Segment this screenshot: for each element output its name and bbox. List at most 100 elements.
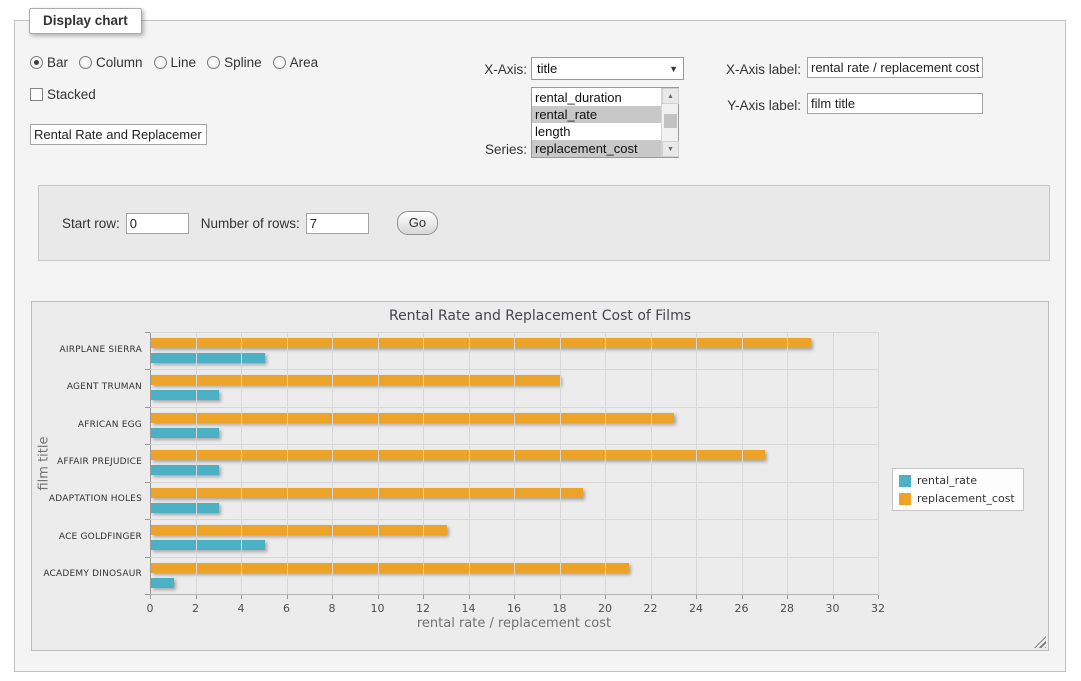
checkbox-icon[interactable] <box>30 88 43 101</box>
number-of-rows-input[interactable] <box>306 213 369 234</box>
scroll-down-icon[interactable]: ▼ <box>662 141 679 157</box>
chart-bar-rental_rate[interactable] <box>151 428 219 438</box>
series-option-length[interactable]: length <box>532 123 661 140</box>
stacked-checkbox[interactable]: Stacked <box>30 87 96 102</box>
y-axis-label-input[interactable] <box>807 93 983 114</box>
x-axis-line <box>150 594 878 595</box>
x-axis-tick-label: 14 <box>454 602 484 615</box>
x-axis-tick-label: 32 <box>863 602 893 615</box>
gridline <box>833 332 834 594</box>
gridline <box>378 332 379 594</box>
x-axis-tick-label: 30 <box>818 602 848 615</box>
y-axis-label-label: Y-Axis label: <box>715 98 801 113</box>
x-axis-tick <box>787 595 788 599</box>
chart-bar-replacement_cost[interactable] <box>151 338 811 348</box>
gridline <box>605 332 606 594</box>
gridline <box>469 332 470 594</box>
panel-title: Display chart <box>29 8 142 34</box>
x-axis-tick <box>332 595 333 599</box>
x-axis-tick-label: 2 <box>181 602 211 615</box>
gridline <box>287 332 288 594</box>
gridline <box>878 332 879 594</box>
gridline <box>742 332 743 594</box>
radio-icon[interactable] <box>154 56 167 69</box>
x-axis-tick <box>742 595 743 599</box>
x-axis-tick-label: 0 <box>135 602 165 615</box>
display-chart-panel: Display chart BarColumnLineSplineArea St… <box>14 20 1066 672</box>
gridline <box>241 332 242 594</box>
chart-bar-replacement_cost[interactable] <box>151 563 629 573</box>
legend-item-rental_rate[interactable]: rental_rate <box>899 474 1015 487</box>
x-axis-label-label: X-Axis label: <box>715 62 801 77</box>
chart-bar-rental_rate[interactable] <box>151 390 219 400</box>
stacked-label: Stacked <box>47 87 96 102</box>
radio-label: Bar <box>47 55 68 70</box>
chart-bar-replacement_cost[interactable] <box>151 413 674 423</box>
gridline <box>423 332 424 594</box>
chart-bar-replacement_cost[interactable] <box>151 450 765 460</box>
x-axis-tick <box>423 595 424 599</box>
resize-grip-icon[interactable] <box>1034 636 1046 648</box>
series-multiselect[interactable]: rental_durationrental_ratelengthreplacem… <box>531 87 679 158</box>
radio-label: Line <box>171 55 197 70</box>
x-axis-tick <box>833 595 834 599</box>
chart-bar-rental_rate[interactable] <box>151 540 265 550</box>
x-axis-tick <box>378 595 379 599</box>
x-axis-tick-label: 22 <box>636 602 666 615</box>
chart-type-option-area[interactable]: Area <box>273 55 319 70</box>
chart-type-option-spline[interactable]: Spline <box>207 55 262 70</box>
radio-icon[interactable] <box>207 56 220 69</box>
chart-legend: rental_rate replacement_cost <box>892 468 1024 511</box>
number-of-rows-label: Number of rows: <box>201 216 300 231</box>
series-options: rental_durationrental_ratelengthreplacem… <box>532 88 661 157</box>
radio-icon[interactable] <box>273 56 286 69</box>
series-scrollbar[interactable]: ▲ ▼ <box>661 88 678 157</box>
x-axis-tick-label: 26 <box>727 602 757 615</box>
radio-icon[interactable] <box>79 56 92 69</box>
chart-bar-rental_rate[interactable] <box>151 465 219 475</box>
x-axis-tick-label: 4 <box>226 602 256 615</box>
x-axis-tick <box>514 595 515 599</box>
chart-type-option-column[interactable]: Column <box>79 55 143 70</box>
y-axis-title: film title <box>37 333 52 595</box>
x-axis-selected-value: title <box>537 61 557 76</box>
gridline <box>514 332 515 594</box>
x-axis-tick-label: 18 <box>545 602 575 615</box>
scroll-up-icon[interactable]: ▲ <box>662 88 679 104</box>
chart-bar-rental_rate[interactable] <box>151 353 265 363</box>
x-axis-tick-label: 20 <box>590 602 620 615</box>
go-button[interactable]: Go <box>397 211 438 235</box>
x-axis-tick <box>696 595 697 599</box>
radio-label: Spline <box>224 55 262 70</box>
x-axis-tick-label: 6 <box>272 602 302 615</box>
chart-bar-replacement_cost[interactable] <box>151 488 583 498</box>
x-axis-label-input[interactable] <box>807 57 983 78</box>
series-option-replacement_cost[interactable]: replacement_cost <box>532 140 661 157</box>
legend-item-replacement_cost[interactable]: replacement_cost <box>899 492 1015 505</box>
start-row-input[interactable] <box>126 213 189 234</box>
x-axis-tick <box>287 595 288 599</box>
radio-icon[interactable] <box>30 56 43 69</box>
x-axis-tick <box>560 595 561 599</box>
x-axis-tick <box>150 595 151 599</box>
x-axis-tick-label: 10 <box>363 602 393 615</box>
gridline <box>787 332 788 594</box>
chart-bar-rental_rate[interactable] <box>151 578 174 588</box>
series-option-rental_duration[interactable]: rental_duration <box>532 89 661 106</box>
series-select-label: Series: <box>465 142 527 157</box>
x-axis-select[interactable]: title ▼ <box>531 57 684 80</box>
chart-type-option-line[interactable]: Line <box>154 55 197 70</box>
chart-bar-replacement_cost[interactable] <box>151 375 560 385</box>
chart-title-input[interactable] <box>30 124 207 145</box>
chart-title: Rental Rate and Replacement Cost of Film… <box>32 308 1048 324</box>
legend-swatch-icon <box>899 493 911 505</box>
chart-bar-rental_rate[interactable] <box>151 503 219 513</box>
scrollbar-thumb[interactable] <box>664 114 677 128</box>
series-option-rental_rate[interactable]: rental_rate <box>532 106 661 123</box>
start-row-label: Start row: <box>62 216 120 231</box>
y-axis-line <box>150 332 151 594</box>
chart-type-radio-group: Bar Column Line Spline Area <box>30 55 318 70</box>
chart-type-option-bar[interactable]: Bar <box>30 55 68 70</box>
x-axis-tick-label: 8 <box>317 602 347 615</box>
gridline <box>560 332 561 594</box>
